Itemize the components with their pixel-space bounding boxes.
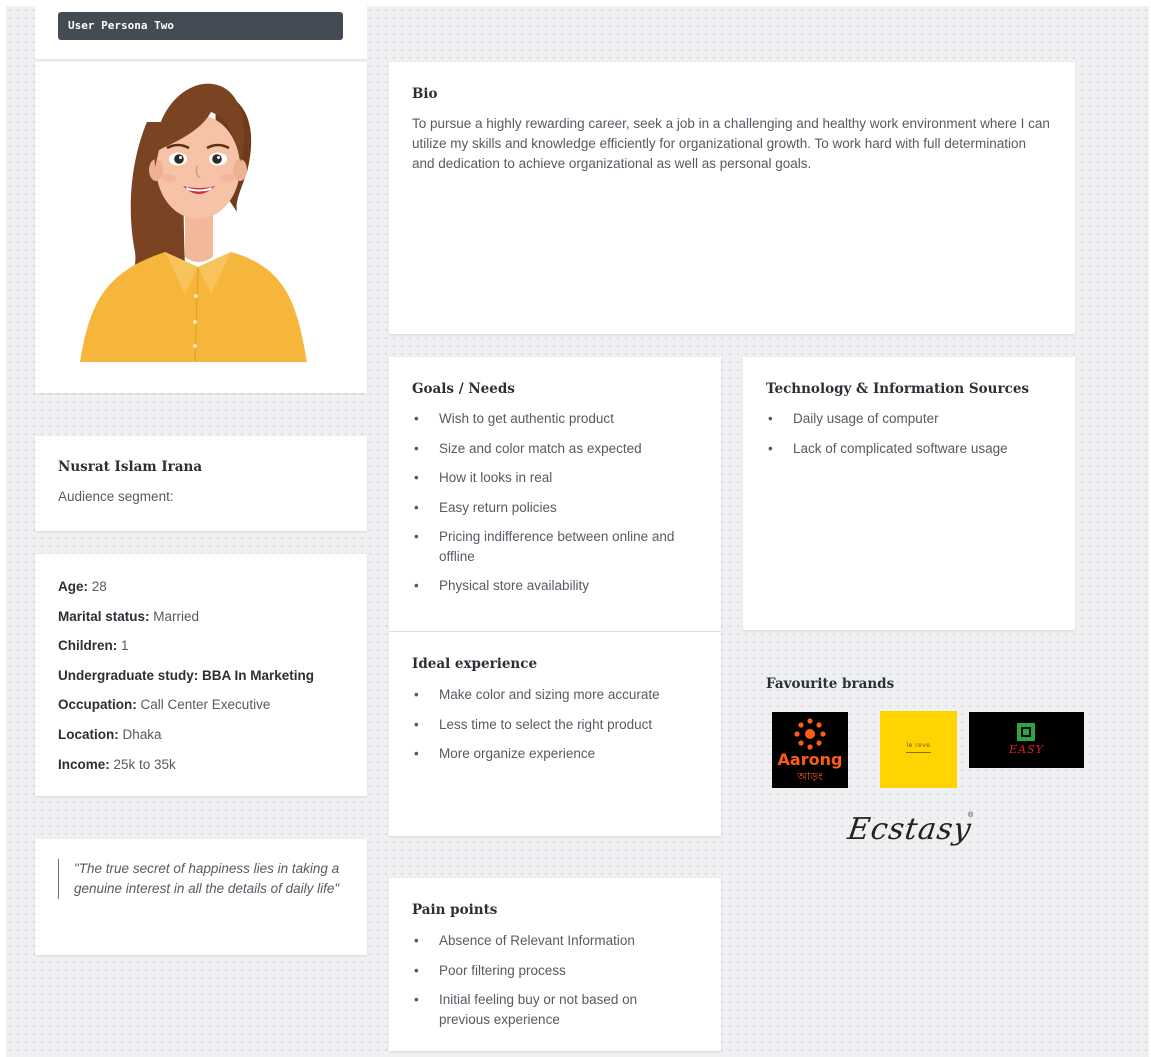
demo-education: Undergraduate study: BBA In Marketing <box>58 667 315 683</box>
demo-children: Children: 1 <box>58 638 129 654</box>
list-item: Daily usage of computer <box>766 409 1056 429</box>
avatar <box>80 83 307 363</box>
ideal-heading: Ideal experience <box>412 656 538 672</box>
easy-logo[interactable]: EASY <box>969 712 1084 768</box>
bio-heading: Bio <box>412 86 438 102</box>
yellow-brand-logo[interactable]: le reve <box>880 711 957 788</box>
list-item: Physical store availability <box>412 576 702 596</box>
list-item: Size and color match as expected <box>412 439 702 459</box>
list-item: Less time to select the right product <box>412 715 702 735</box>
yellow-brand-tagline-rule <box>906 752 931 753</box>
ideal-list: Make color and sizing more accurate Less… <box>412 685 702 774</box>
avatar-card <box>35 62 367 393</box>
demographics-list: Age: 28 Marital status: Married Children… <box>58 577 314 784</box>
demo-age: Age: 28 <box>58 579 107 594</box>
easy-wordmark: EASY <box>1009 743 1044 756</box>
goals-card: Goals / Needs Wish to get authentic prod… <box>389 357 721 631</box>
aarong-bangla-wordmark: আড়ং <box>797 770 823 783</box>
list-item: Initial feeling buy or not based on prev… <box>412 990 682 1029</box>
technology-card: Technology & Information Sources Daily u… <box>743 357 1075 630</box>
persona-title[interactable]: User Persona Two <box>58 12 343 40</box>
easy-emblem-glyph <box>1021 727 1031 737</box>
list-item: Lack of complicated software usage <box>766 439 1056 459</box>
tech-list: Daily usage of computer Lack of complica… <box>766 409 1056 468</box>
bio-text: To pursue a highly rewarding career, see… <box>412 116 1050 171</box>
list-item: Wish to get authentic product <box>412 409 702 429</box>
list-item: Poor filtering process <box>412 961 682 981</box>
tech-heading: Technology & Information Sources <box>766 381 1030 397</box>
list-item: Make color and sizing more accurate <box>412 685 702 705</box>
demo-marital-status: Marital status: Married <box>58 608 200 624</box>
demo-occupation: Occupation: Call Center Executive <box>58 697 271 713</box>
persona-quote: "The true secret of happiness lies in ta… <box>58 859 364 899</box>
ideal-experience-card: Ideal experience Make color and sizing m… <box>389 632 721 836</box>
pain-heading: Pain points <box>412 902 498 918</box>
list-item: Easy return policies <box>412 498 702 518</box>
persona-name: Nusrat Islam Irana <box>58 459 203 475</box>
registered-mark-icon: ® <box>968 812 974 819</box>
bio-card: Bio To pursue a highly rewarding career,… <box>389 62 1075 334</box>
goals-heading: Goals / Needs <box>412 381 515 397</box>
aarong-logo[interactable]: Aarong আড়ং <box>772 712 848 788</box>
demo-location: Location: Dhaka <box>58 726 162 742</box>
pain-list: Absence of Relevant Information Poor fil… <box>412 931 682 1039</box>
list-item: Absence of Relevant Information <box>412 931 682 951</box>
demo-income: Income: 25k to 35k <box>58 756 176 772</box>
pain-points-card: Pain points Absence of Relevant Informat… <box>389 878 721 1051</box>
list-item: Pricing indifference between online and … <box>412 527 702 566</box>
aarong-wordmark: Aarong <box>777 750 843 769</box>
ecstasy-logo[interactable]: Ecstasy ® <box>840 808 980 856</box>
name-card: Nusrat Islam Irana Audience segment: <box>35 436 367 531</box>
brands-heading: Favourite brands <box>766 676 895 692</box>
list-item: How it looks in real <box>412 468 702 488</box>
list-item: More organize experience <box>412 744 702 764</box>
ecstasy-wordmark: Ecstasy <box>845 812 974 847</box>
demographics-card: Age: 28 Marital status: Married Children… <box>35 554 367 796</box>
yellow-brand-wordmark: le reve <box>906 742 931 749</box>
audience-segment-label: Audience segment: <box>58 489 174 504</box>
goals-list: Wish to get authentic product Size and c… <box>412 409 702 606</box>
